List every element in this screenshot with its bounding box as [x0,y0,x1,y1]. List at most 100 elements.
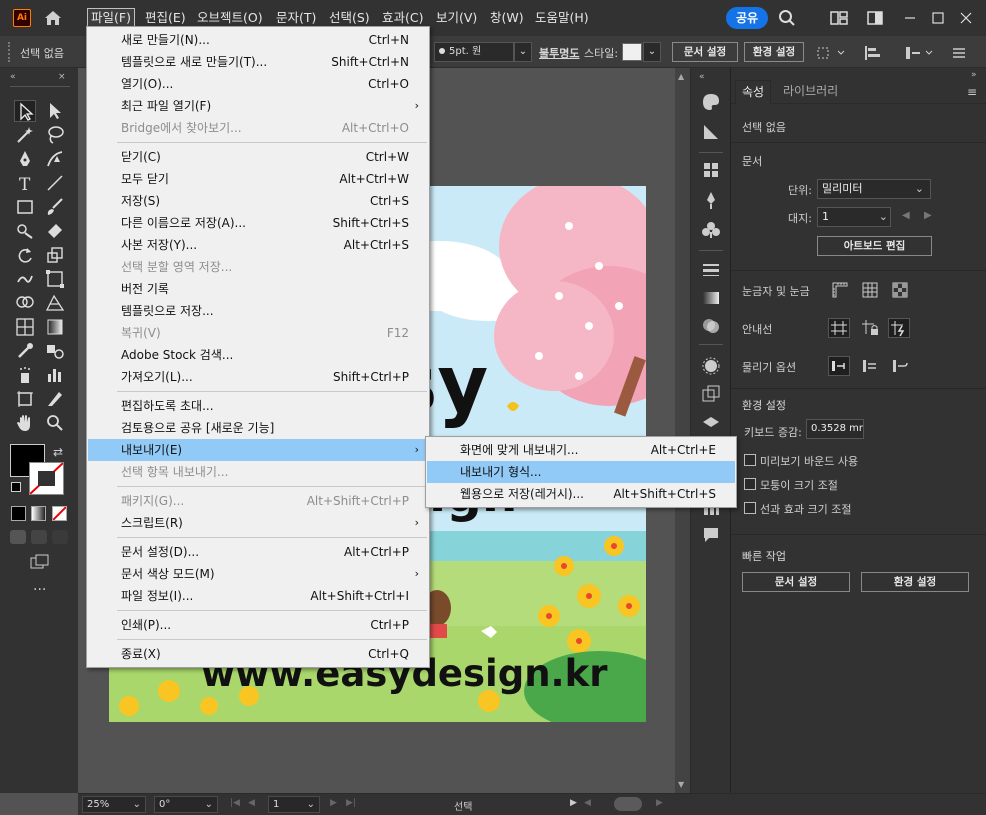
workspace-icon[interactable] [830,9,848,27]
grid-icon[interactable] [860,280,880,300]
stroke-swatch[interactable] [29,462,64,495]
menu-edit[interactable]: 편집(E) [142,8,189,28]
menu-item-save-selected-slices[interactable]: 선택 분할 영역 저장... [88,256,428,278]
scale-tool-icon[interactable] [44,244,66,266]
symbol-sprayer-tool-icon[interactable] [14,364,36,386]
search-icon[interactable] [778,9,796,27]
menu-item-save[interactable]: 저장(S) Ctrl+S [88,190,428,212]
align-icon[interactable] [864,44,890,62]
scale-strokes-checkbox[interactable] [744,502,756,514]
scroll-right-icon[interactable]: ▶ [656,798,663,808]
home-icon[interactable] [43,8,63,28]
free-transform-tool-icon[interactable] [44,268,66,290]
close-icon[interactable] [957,9,975,27]
screen-mode-icon[interactable] [30,554,50,570]
brushes-icon[interactable] [701,190,721,210]
color-guide-icon[interactable] [701,122,721,142]
snap-to-glyph-icon[interactable] [890,356,910,376]
menu-item-version-history[interactable]: 버전 기록 [88,278,428,300]
selection-tool-icon[interactable] [14,100,36,122]
edit-artboard-button[interactable]: 아트보드 편집 [817,236,932,256]
warp-tool-icon[interactable] [14,268,36,290]
snap-to-point-icon[interactable] [828,356,850,376]
menu-type[interactable]: 문자(T) [273,8,319,28]
grip-handle[interactable] [8,42,11,62]
menu-item-export-selection[interactable]: 선택 항목 내보내기... [88,461,428,483]
paintbrush-tool-icon[interactable] [44,196,66,218]
horizontal-scroll-thumb[interactable] [614,797,642,811]
minimize-icon[interactable] [901,9,919,27]
menu-item-save-copy[interactable]: 사본 저장(Y)... Alt+Ctrl+S [88,234,428,256]
style-swatch[interactable] [622,43,642,61]
menu-help[interactable]: 도움말(H) [532,8,592,28]
prev-artboard-icon[interactable]: ◀ [902,210,910,221]
eraser-tool-icon[interactable] [44,220,66,242]
lock-guides-icon[interactable] [860,318,880,338]
close-panel-icon[interactable]: × [58,72,66,82]
menu-item-adobe-stock[interactable]: Adobe Stock 검색... [88,344,428,366]
rotation-select[interactable]: 0° ⌄ [154,796,218,813]
menu-item-file-info[interactable]: 파일 정보(I)... Alt+Shift+Ctrl+I [88,585,428,607]
shape-builder-tool-icon[interactable] [14,292,36,314]
menu-item-scripts[interactable]: 스크립트(R) › [88,512,428,534]
submenu-item-save-for-web[interactable]: 웹용으로 저장(레거시)... Alt+Shift+Ctrl+S [427,483,735,505]
snap-icon[interactable] [904,44,934,62]
vertical-scrollbar[interactable]: ▲ ▼ [675,68,690,793]
menu-item-save-as[interactable]: 다른 이름으로 저장(A)... Shift+Ctrl+S [88,212,428,234]
tab-libraries[interactable]: 라이브러리 [777,80,844,104]
scroll-left-icon[interactable]: ◀ [584,798,591,808]
perspective-grid-tool-icon[interactable] [44,292,66,314]
menu-item-new-from-template[interactable]: 템플릿으로 새로 만들기(T)... Shift+Ctrl+N [88,51,428,73]
menu-item-browse-bridge[interactable]: Bridge에서 찾아보기... Alt+Ctrl+O [88,117,428,139]
units-select[interactable]: 밀리미터 ⌄ [817,179,931,199]
tab-properties[interactable]: 속성 [735,80,772,104]
rotate-tool-icon[interactable] [14,244,36,266]
preview-bounds-checkbox[interactable] [744,454,756,466]
transform-icon[interactable] [816,44,846,62]
gradient-panel-icon[interactable] [701,288,721,308]
menu-item-document-color-mode[interactable]: 문서 색상 모드(M) › [88,563,428,585]
menu-window[interactable]: 창(W) [487,8,527,28]
comments-icon[interactable] [701,524,721,544]
scroll-down-icon[interactable]: ▼ [678,780,684,789]
keyboard-increment-input[interactable]: 0.3528 mm [806,419,864,439]
submenu-item-export-for-screens[interactable]: 화면에 맞게 내보내기... Alt+Ctrl+E [427,439,735,461]
artboard-navigator[interactable]: 1 ⌄ [268,796,320,813]
preferences-button[interactable]: 환경 설정 [744,42,804,62]
mesh-tool-icon[interactable] [14,316,36,338]
collapse-icon[interactable]: « [10,72,16,82]
edit-toolbar-icon[interactable]: ··· [33,582,46,598]
shaper-tool-icon[interactable] [14,220,36,242]
artboard-tool-icon[interactable] [14,388,36,410]
smart-guides-icon[interactable] [888,318,910,338]
submenu-item-export-as[interactable]: 내보내기 형식... [427,461,735,483]
magic-wand-tool-icon[interactable] [14,124,36,146]
transparency-grid-icon[interactable] [890,280,910,300]
share-button[interactable]: 공유 [726,7,768,29]
menu-effect[interactable]: 효과(C) [379,8,426,28]
document-setup-button[interactable]: 문서 설정 [672,42,738,62]
blend-tool-icon[interactable] [44,340,66,362]
type-tool-icon[interactable]: T [14,172,36,195]
menu-item-revert[interactable]: 복귀(V) F12 [88,322,428,344]
snap-to-pixel-icon[interactable] [860,356,880,376]
chevron-down-icon[interactable]: ⌄ [643,42,661,62]
line-tool-icon[interactable] [44,172,66,194]
pen-tool-icon[interactable] [14,148,36,170]
eyedropper-tool-icon[interactable] [14,340,36,362]
menu-item-new[interactable]: 새로 만들기(N)... Ctrl+N [88,29,428,51]
menu-item-print[interactable]: 인쇄(P)... Ctrl+P [88,614,428,636]
draw-behind-icon[interactable] [31,530,47,544]
next-artboard-icon[interactable]: ▶ [330,798,337,808]
color-mode-icon[interactable] [11,506,26,521]
chevron-down-icon[interactable]: ⌄ [514,42,532,62]
draw-normal-icon[interactable] [10,530,26,544]
maximize-icon[interactable] [929,9,947,27]
menu-item-save-as-template[interactable]: 템플릿으로 저장... [88,300,428,322]
hand-tool-icon[interactable] [14,412,36,434]
draw-inside-icon[interactable] [52,530,68,544]
menu-object[interactable]: 오브젝트(O) [194,8,266,28]
swatches-icon[interactable] [701,160,721,180]
direct-selection-tool-icon[interactable] [44,100,66,122]
artboard-select[interactable]: 1 ⌄ [817,207,891,227]
